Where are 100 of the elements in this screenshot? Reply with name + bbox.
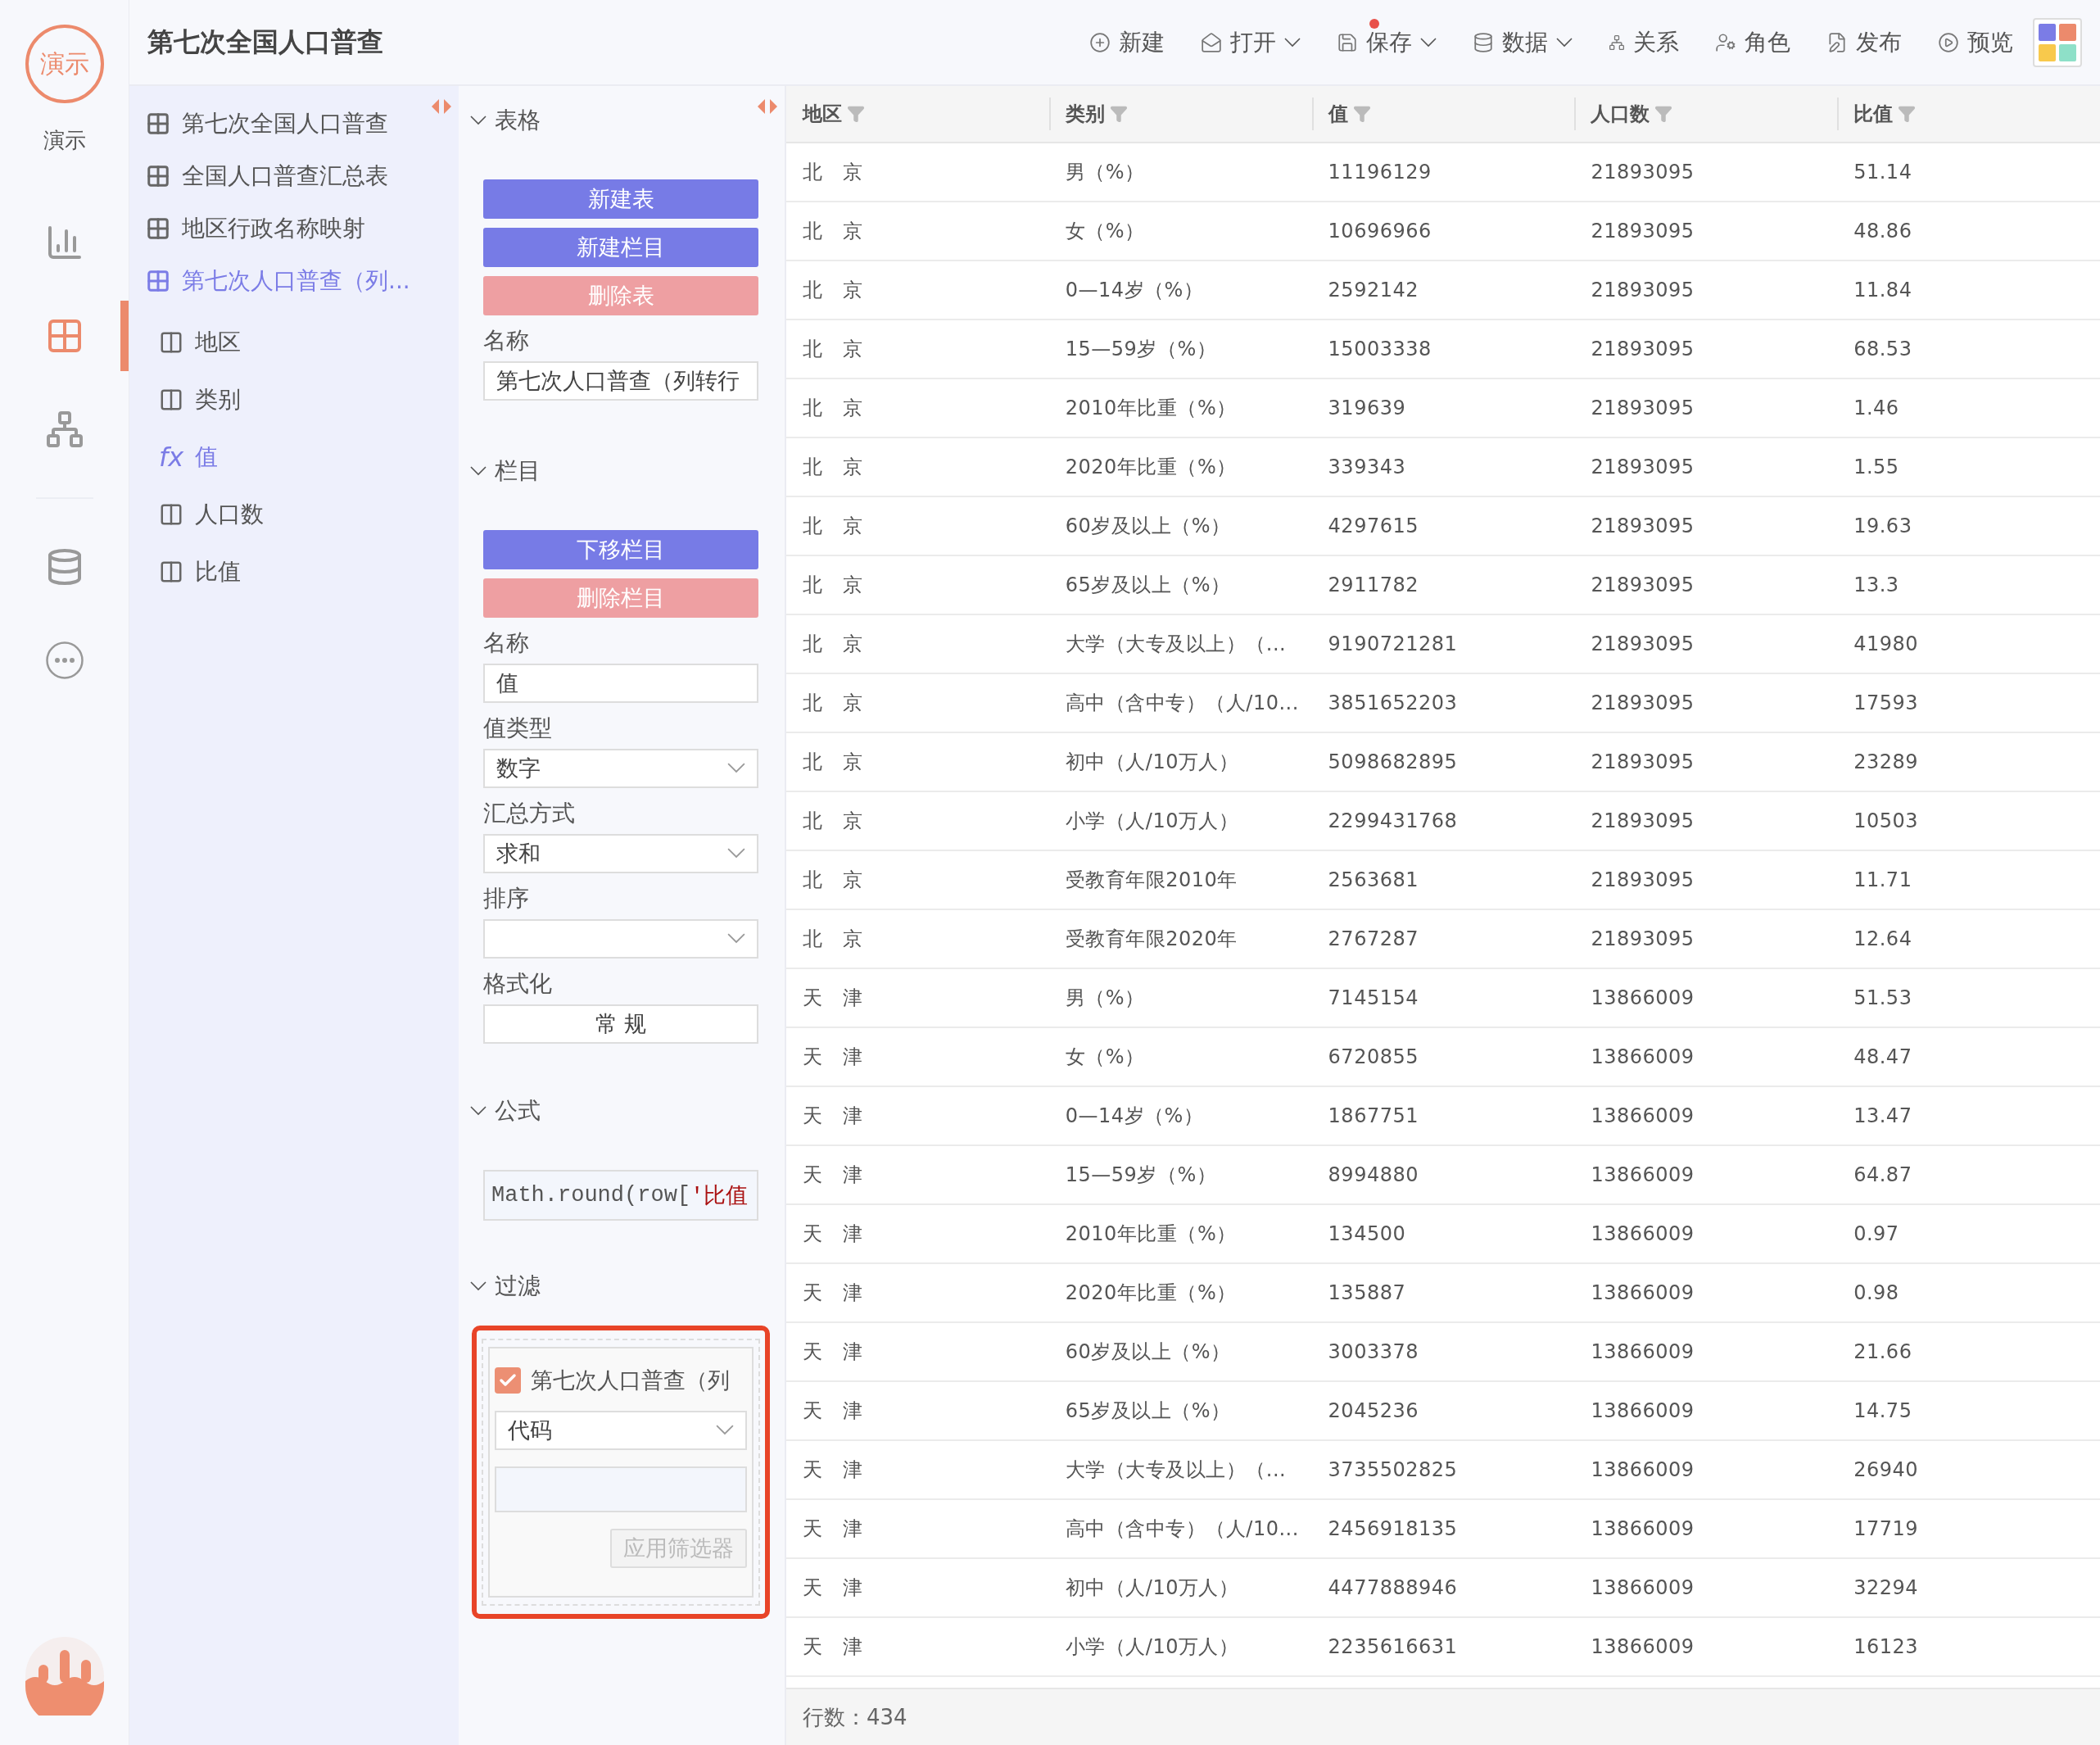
table-cell-text: 天 津 — [802, 1457, 864, 1483]
table-cell-text: 134500 — [1327, 1222, 1407, 1247]
table-cell-text: 13866009 — [1590, 1280, 1695, 1306]
filter-icon — [1898, 105, 1917, 123]
table-cell-text: 受教育年限2020年 — [1064, 927, 1238, 952]
table-cell-text: 2563681 — [1327, 868, 1419, 893]
table-cell-text: 7145154 — [1327, 986, 1419, 1011]
section-header[interactable]: 表格 — [470, 97, 758, 143]
toolbar-button[interactable]: 发布 — [1826, 16, 1902, 68]
table-cell-text: 13866009 — [1590, 1222, 1695, 1247]
select-field[interactable]: 代码 — [495, 1411, 747, 1450]
caret-icon — [716, 1425, 734, 1436]
table-cell-text: 21893095 — [1590, 750, 1695, 775]
collapse-arrows-icon[interactable] — [757, 97, 778, 116]
formula-field[interactable]: Math.round(row['比值 — [483, 1170, 758, 1221]
action-button[interactable]: 新建栏目 — [483, 228, 758, 267]
table-cell-text: 8994880 — [1327, 1163, 1419, 1188]
edit-icon — [1826, 31, 1848, 53]
filter-icon — [1352, 105, 1371, 123]
chevron-icon — [470, 466, 487, 476]
table-cell-text: 天 津 — [802, 986, 864, 1011]
table-cell-text: 13866009 — [1590, 1045, 1695, 1070]
table-cell-text: 17593 — [1853, 691, 1920, 716]
table-cell-text: 天 津 — [802, 1280, 864, 1306]
table-cell-text: 高中（含中专）（人/10... — [1064, 1516, 1300, 1542]
table-cell-text: 60岁及以上（%） — [1064, 1339, 1232, 1365]
column-item[interactable]: 比值 — [146, 543, 459, 601]
toolbar-button[interactable]: 角色 — [1715, 16, 1790, 68]
field-label: 值类型 — [483, 714, 553, 743]
caret-icon — [727, 933, 745, 945]
toolbar-button[interactable]: 关系 — [1609, 16, 1679, 68]
caret-icon — [727, 763, 745, 774]
table-cell-text: 北 京 — [802, 219, 864, 244]
table-cell-text: 2020年比重（%） — [1064, 455, 1238, 480]
section-header[interactable]: 栏目 — [470, 448, 758, 494]
column-header[interactable]: 值 — [1311, 97, 1575, 130]
caret-icon — [1420, 37, 1437, 48]
toolbar-button[interactable]: 预览 — [1938, 16, 2013, 68]
column-header[interactable]: 类别 — [1048, 97, 1312, 130]
table-item[interactable]: 地区行政名称映射 — [146, 202, 459, 255]
section-header[interactable]: 公式 — [470, 1088, 758, 1134]
field-label: 名称 — [483, 628, 530, 658]
table-cell-text: 21893095 — [1590, 573, 1695, 598]
table-cell-text: 21.66 — [1853, 1339, 1913, 1365]
table-cell-text: 48.47 — [1853, 1045, 1913, 1070]
table-cell-text: 1.46 — [1853, 396, 1900, 421]
column-icon — [159, 560, 183, 584]
collapse-arrows-icon[interactable] — [431, 97, 452, 116]
column-item[interactable]: 类别 — [146, 371, 459, 428]
table-cell-text: 天 津 — [802, 1163, 864, 1188]
format-button[interactable]: 常 规 — [483, 1004, 758, 1044]
toolbar-button[interactable]: 打开 — [1201, 16, 1301, 68]
column-header[interactable]: 地区 — [786, 97, 1049, 130]
table-cell-text: 13866009 — [1590, 1634, 1695, 1660]
table-cell-text: 15—59岁（%） — [1064, 337, 1218, 362]
table-cell-text: 41980 — [1853, 632, 1920, 657]
column-item[interactable]: 地区 — [146, 314, 459, 371]
table-cell-text: 14.75 — [1853, 1398, 1913, 1424]
select-field[interactable] — [483, 919, 758, 959]
table-cell-text: 51.53 — [1853, 986, 1913, 1011]
column-icon — [159, 330, 183, 355]
table-cell-text: 13866009 — [1590, 1398, 1695, 1424]
column-item[interactable]: 人口数 — [146, 486, 459, 543]
table-cell-text: 13.3 — [1853, 573, 1900, 598]
column-header[interactable]: 人口数 — [1574, 97, 1838, 130]
action-button[interactable]: 新建表 — [483, 179, 758, 219]
table-cell-text: 3735502825 — [1327, 1457, 1459, 1483]
section-header[interactable]: 过滤 — [470, 1263, 758, 1309]
field-label: 汇总方式 — [483, 799, 576, 828]
table-cell-text: 天 津 — [802, 1634, 864, 1660]
toolbar-button[interactable]: 数据 — [1473, 16, 1573, 68]
select-field[interactable]: 求和 — [483, 834, 758, 873]
input-field[interactable] — [495, 1466, 747, 1512]
table-cell-text: 北 京 — [802, 750, 864, 775]
action-button[interactable]: 下移栏目 — [483, 530, 758, 569]
table-cell-text: 3003378 — [1327, 1339, 1419, 1365]
column-header[interactable]: 比值 — [1837, 97, 2100, 130]
table-cell-text: 北 京 — [802, 455, 864, 480]
table-cell-text: 339343 — [1327, 455, 1407, 480]
select-field[interactable]: 数字 — [483, 749, 758, 788]
table-cell-text: 11.71 — [1853, 868, 1913, 893]
table-item[interactable]: 全国人口普查汇总表 — [146, 150, 459, 202]
table-cell-text: 北 京 — [802, 632, 864, 657]
table-item[interactable]: 第七次全国人口普查 — [146, 97, 459, 150]
table-cell-text: 13866009 — [1590, 1104, 1695, 1129]
table-icon — [146, 111, 170, 136]
table-cell-text: 6720855 — [1327, 1045, 1419, 1070]
caret-icon — [1284, 37, 1301, 48]
field-label: 名称 — [483, 326, 530, 356]
toolbar-button[interactable]: 保存 — [1337, 16, 1437, 68]
theme-button[interactable] — [2033, 17, 2082, 67]
table-cell-text: 21893095 — [1590, 160, 1695, 185]
table-cell-text: 21893095 — [1590, 219, 1695, 244]
table-cell-text: 21893095 — [1590, 632, 1695, 657]
name-field[interactable]: 第七次人口普查（列转行 — [483, 361, 758, 401]
input-field[interactable]: 值 — [483, 664, 758, 703]
checkbox[interactable] — [495, 1367, 521, 1394]
toolbar-button[interactable]: 新建 — [1089, 16, 1165, 68]
table-cell-text: 68.53 — [1853, 337, 1913, 362]
table-cell-text: 48.86 — [1853, 219, 1913, 244]
